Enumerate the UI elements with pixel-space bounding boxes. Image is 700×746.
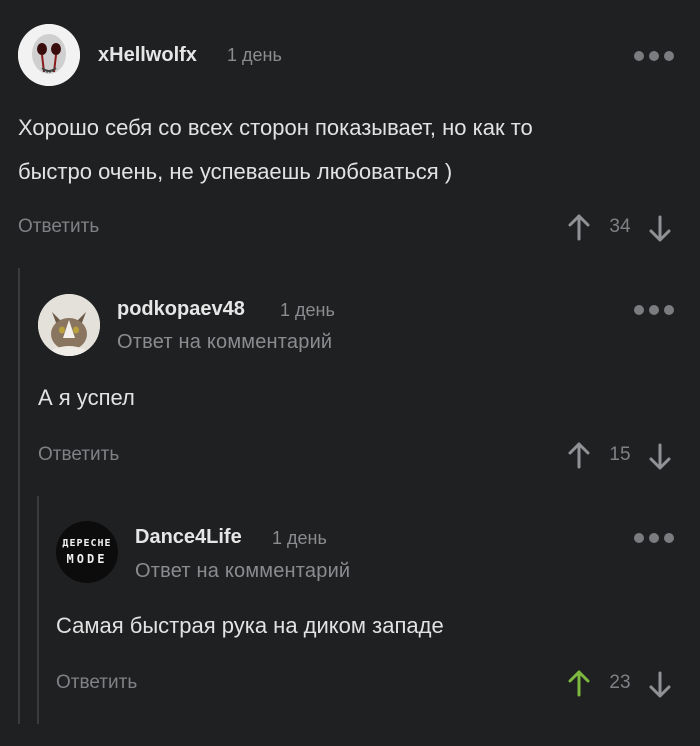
username[interactable]: podkopaev48 [117,298,245,321]
rating-count: 15 [609,444,631,465]
thread-branch-line [18,268,20,724]
comment-time: 1 день [227,45,282,65]
avatar[interactable] [18,24,80,86]
rating-count: 23 [609,672,631,693]
more-options-icon[interactable] [634,533,674,543]
comment-text: Самая быстрая рука на диком западе [56,613,444,638]
reply-button[interactable]: Ответить [56,672,137,694]
reply-button[interactable]: Ответить [18,216,99,238]
avatar[interactable]: ДEPECHE MODE [56,521,118,583]
more-options-icon[interactable] [634,51,674,61]
reply-button[interactable]: Ответить [38,444,119,466]
comment-text: А я успел [38,385,135,410]
reply-to-label[interactable]: Ответ на комментарий [135,560,350,583]
more-options-icon[interactable] [634,305,674,315]
comment-time: 1 день [280,300,335,320]
username[interactable]: xHellwolfx [98,44,197,67]
thread-branch-line [37,496,39,724]
avatar-logo-line: MODE [66,552,108,566]
downvote-icon[interactable] [648,671,672,699]
upvote-icon[interactable] [567,669,591,697]
username[interactable]: Dance4Life [135,526,242,549]
upvote-icon[interactable] [567,213,591,241]
comment-text: Хорошо себя со всех сторон показывает, н… [18,115,533,184]
avatar-logo-line: ДEPECHE [62,538,112,549]
rating-count: 34 [609,216,631,237]
reply-to-label[interactable]: Ответ на комментарий [117,331,332,354]
comment-time: 1 день [272,528,327,548]
downvote-icon[interactable] [648,443,672,471]
avatar[interactable] [38,294,100,356]
downvote-icon[interactable] [648,215,672,243]
upvote-icon[interactable] [567,441,591,469]
